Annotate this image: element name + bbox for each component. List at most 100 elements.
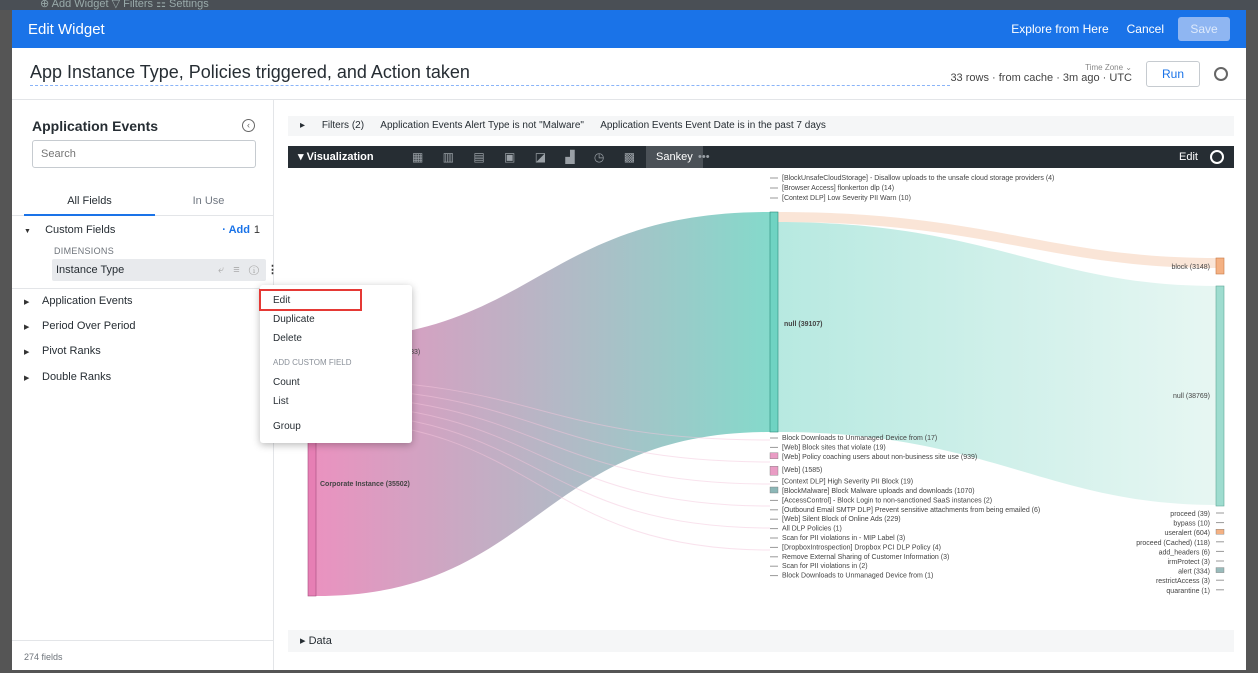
sankey-node-label: alert (334) — [1178, 569, 1210, 576]
group-double-ranks[interactable]: ▶ Double Ranks — [12, 365, 274, 390]
sankey-node-label: irmProtect (3) — [1168, 559, 1210, 566]
group-label: Custom Fields — [45, 224, 116, 236]
explore-heading: Application Events — [32, 118, 159, 134]
filters-bar[interactable]: ▸ Filters (2) Application Events Alert T… — [288, 116, 1234, 136]
sankey-chart: (3633)Corporate Instance (35502)null (39… — [288, 170, 1234, 620]
edit-widget-modal: Edit Widget Explore from Here Cancel Sav… — [12, 10, 1246, 670]
query-meta: Time Zone ⌄ 33 rows · from cache · 3m ag… — [950, 63, 1132, 84]
sankey-node-label: [Context DLP] High Severity PII Block (1… — [782, 479, 913, 486]
group-pivot-ranks[interactable]: ▶ Pivot Ranks — [12, 339, 274, 364]
background-toolbar: ⊕ Add Widget ▽ Filters ☷ Settings — [0, 0, 1258, 10]
modal-title: Edit Widget — [28, 20, 105, 38]
divider — [12, 640, 274, 641]
sankey-node-label: Block Downloads to Unmanaged Device from… — [782, 435, 937, 442]
sankey-node[interactable] — [769, 486, 779, 494]
menu-item-count[interactable]: Count — [273, 377, 300, 388]
sankey-node-label: [Context DLP] Low Severity PII Warn (10) — [782, 195, 911, 202]
gear-icon[interactable] — [1210, 150, 1224, 164]
field-tabs: All Fields In Use — [12, 186, 274, 216]
menu-section-header: ADD CUSTOM FIELD — [273, 358, 352, 367]
search-input[interactable] — [32, 140, 256, 168]
chevron-down-icon: ▼ — [24, 228, 31, 235]
menu-item-list[interactable]: List — [273, 396, 289, 407]
sankey-node-label: [Browser Access] flonkerton dlp (14) — [782, 185, 894, 192]
sankey-node-label: null (39107) — [784, 321, 823, 328]
group-label: Period Over Period — [42, 320, 136, 332]
sankey-node-label: proceed (39) — [1170, 511, 1210, 518]
group-label: Double Ranks — [42, 371, 112, 383]
sankey-node-label: Block Downloads to Unmanaged Device from… — [782, 573, 933, 580]
widget-title-bar: App Instance Type, Policies triggered, a… — [12, 48, 1246, 100]
menu-item-delete[interactable]: Delete — [273, 333, 302, 344]
sankey-node[interactable] — [1215, 257, 1225, 275]
modal-header: Edit Widget Explore from Here Cancel Sav… — [12, 10, 1246, 48]
chevron-right-icon: ▸ — [300, 635, 306, 647]
sankey-type-button[interactable]: Sankey — [646, 146, 703, 168]
sankey-node-label: Scan for PII violations in - MIP Label (… — [782, 535, 905, 542]
field-count: 274 fields — [24, 652, 63, 662]
explore-from-here-link[interactable]: Explore from Here — [1011, 22, 1108, 36]
chevron-right-icon: ▶ — [24, 324, 30, 331]
sankey-node[interactable] — [1215, 567, 1225, 573]
sankey-node-label: quarantine (1) — [1166, 588, 1210, 595]
field-context-menu: Edit Duplicate Delete ADD CUSTOM FIELD C… — [259, 285, 412, 443]
field-instance-type[interactable]: Instance Type ⤶ ≡ ⓘ ⋮ — [52, 259, 278, 281]
viz-edit-button[interactable]: Edit — [1179, 146, 1198, 168]
sankey-node-label: Remove External Sharing of Customer Info… — [782, 554, 949, 561]
visualization-bar: ▾ Visualization ▦ ▥ ▤ ▣ ◪ ▟ ◷ ▩ ⑥ Sankey… — [288, 146, 1234, 168]
visualization-type-icons[interactable]: ▦ ▥ ▤ ▣ ◪ ▟ ◷ ▩ ⑥ — [412, 146, 673, 168]
field-action-icons[interactable]: ⤶ ≡ ⓘ — [218, 259, 262, 281]
sankey-node[interactable] — [769, 452, 779, 459]
sankey-node[interactable] — [1215, 285, 1225, 507]
run-button[interactable]: Run — [1146, 60, 1200, 87]
field-label: Instance Type — [56, 264, 125, 276]
data-label: Data — [308, 635, 332, 647]
filters-label: Filters (2) — [321, 120, 365, 131]
widget-title[interactable]: App Instance Type, Policies triggered, a… — [30, 62, 951, 86]
sankey-node-label: [Web] Silent Block of Online Ads (229) — [782, 516, 901, 523]
sankey-node[interactable] — [769, 466, 779, 476]
sankey-node-label: [Web] (1585) — [782, 467, 822, 474]
sankey-node-label: [Outbound Email SMTP DLP] Prevent sensit… — [782, 507, 1040, 514]
sankey-node-label: bypass (10) — [1173, 521, 1210, 528]
sankey-node-label: [Web] Block sites that violate (19) — [782, 444, 886, 451]
group-label: Application Events — [42, 295, 133, 307]
visualization-toggle[interactable]: ▾ Visualization — [298, 151, 374, 163]
menu-item-duplicate[interactable]: Duplicate — [273, 314, 315, 325]
tab-all-fields[interactable]: All Fields — [24, 186, 155, 216]
sankey-node-label: restrictAccess (3) — [1156, 578, 1210, 585]
chevron-right-icon: ▸ — [300, 120, 306, 131]
cancel-button[interactable]: Cancel — [1127, 22, 1164, 36]
sankey-node[interactable] — [1215, 529, 1225, 535]
chevron-right-icon: ▶ — [24, 349, 30, 356]
field-picker-sidebar: Application Events ‹ All Fields In Use ▼… — [12, 100, 278, 670]
sankey-node-label: [DropboxIntrospection] Dropbox PCI DLP P… — [782, 544, 941, 551]
data-section-bar[interactable]: ▸ Data — [288, 630, 1234, 652]
group-custom-fields[interactable]: ▼ Custom Fields · Add 1 — [12, 218, 274, 243]
sankey-node-label: Scan for PII violations in (2) — [782, 563, 868, 570]
group-application-events[interactable]: ▶ Application Events — [12, 289, 274, 314]
sankey-node-label: [BlockUnsafeCloudStorage] - Disallow upl… — [782, 175, 1054, 182]
sankey-node-label: [BlockMalware] Block Malware uploads and… — [782, 488, 975, 495]
collapse-icon[interactable]: ‹ — [242, 119, 255, 132]
visualization-label: Visualization — [306, 151, 374, 163]
tab-in-use[interactable]: In Use — [143, 186, 274, 216]
sankey-node-label: add_headers (6) — [1159, 549, 1210, 556]
chevron-right-icon: ▶ — [24, 299, 30, 306]
add-custom-field-link[interactable]: · Add — [222, 218, 250, 243]
sankey-svg: (3633)Corporate Instance (35502)null (39… — [307, 175, 1225, 597]
sankey-node-label: [AccessControl] - Block Login to non-san… — [782, 497, 992, 504]
chevron-right-icon: ▶ — [24, 375, 30, 382]
sankey-node-label: [Web] Policy coaching users about non-bu… — [782, 454, 977, 461]
menu-item-group[interactable]: Group — [273, 421, 301, 432]
menu-item-edit[interactable]: Edit — [273, 295, 290, 306]
sankey-node[interactable] — [769, 211, 779, 433]
timezone-selector[interactable]: Time Zone ⌄ — [950, 63, 1132, 72]
group-label: Pivot Ranks — [42, 345, 101, 357]
more-icon[interactable]: ••• — [698, 146, 710, 168]
sankey-node-label: null (38769) — [1173, 393, 1210, 400]
gear-icon[interactable] — [1214, 66, 1228, 81]
sankey-node-label: useralert (604) — [1164, 530, 1210, 537]
group-period-over-period[interactable]: ▶ Period Over Period — [12, 314, 274, 339]
save-button[interactable]: Save — [1178, 17, 1230, 41]
